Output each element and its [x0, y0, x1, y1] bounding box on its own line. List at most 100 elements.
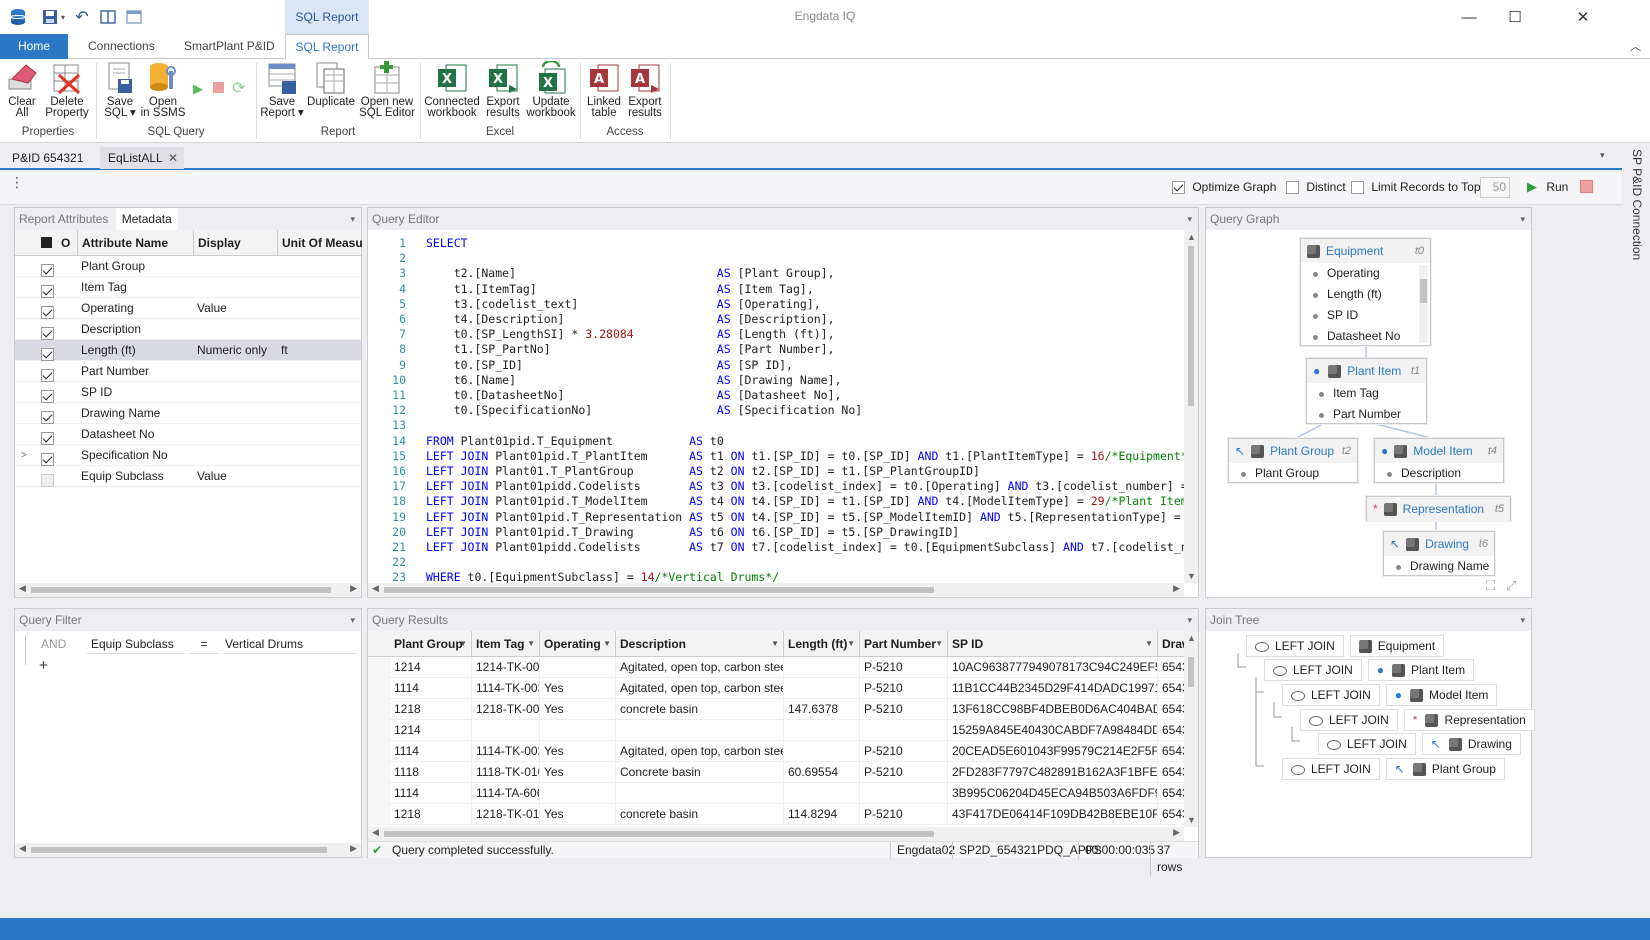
execute-icon[interactable]: ▶ — [193, 81, 203, 97]
tab-metadata[interactable]: Metadata — [115, 208, 178, 230]
results-cell[interactable]: 1218-TK-009 — [472, 699, 540, 720]
results-cell[interactable] — [616, 783, 784, 804]
join-table[interactable]: ● Plant Item — [1367, 659, 1475, 681]
results-cell[interactable]: 15259A845E40430CABDF7A98484DD99E — [948, 720, 1158, 741]
scroll-down-icon[interactable]: ▼ — [1187, 571, 1196, 581]
results-cell[interactable]: 1118-TK-010 — [472, 762, 540, 783]
scroll-left-icon[interactable]: ◀ — [372, 583, 379, 594]
export-results-access-button[interactable]: A Export results — [624, 61, 666, 119]
row-selector[interactable] — [368, 720, 390, 741]
results-cell[interactable]: P-5210 — [860, 678, 948, 699]
code-line[interactable]: LEFT JOIN Plant01pid.T_Representation AS… — [426, 510, 1198, 524]
code-line[interactable]: LEFT JOIN Plant01pid.T_ModelItem AS t4 O… — [426, 494, 1198, 508]
optimize-graph-checkbox[interactable] — [1172, 181, 1185, 195]
results-column-header[interactable]: Description ▼ — [616, 631, 784, 657]
scroll-left-icon[interactable]: ◀ — [372, 827, 379, 838]
node-header[interactable]: ● Model Item t4 — [1375, 439, 1503, 463]
results-cell[interactable]: Agitated, open top, carbon steel — [616, 678, 784, 699]
filter-field[interactable]: Equip Subclass — [87, 634, 185, 654]
node-header[interactable]: Equipment t0 — [1301, 239, 1430, 263]
results-cell[interactable]: Agitated, open top, carbon steel — [616, 741, 784, 762]
tab-smartplant-pid[interactable]: SmartPlant P&ID — [170, 34, 289, 59]
node-field[interactable]: Drawing Name — [1384, 556, 1494, 577]
results-cell[interactable]: Concrete basin — [616, 762, 784, 783]
results-cell[interactable] — [860, 720, 948, 741]
code-line[interactable]: t3.[codelist_text] AS [Operating], — [426, 297, 821, 311]
tab-sql-report[interactable]: SQL Report — [285, 34, 369, 60]
results-cell[interactable]: 1114 — [390, 783, 472, 804]
col-attribute-name[interactable]: Attribute Name — [77, 230, 191, 256]
results-cell[interactable] — [540, 783, 616, 804]
node-field[interactable]: Operating — [1301, 263, 1430, 284]
node-field[interactable]: Plant Group — [1229, 463, 1357, 484]
attribute-row[interactable]: Datasheet No — [15, 424, 361, 446]
results-column-header[interactable]: Operating ▼ — [540, 631, 616, 657]
results-cell[interactable] — [784, 783, 860, 804]
scroll-right-icon[interactable]: ▶ — [1173, 583, 1180, 594]
filter-dropdown-icon[interactable]: ▼ — [935, 631, 943, 657]
undo-icon[interactable]: ↶ — [72, 7, 92, 27]
results-cell[interactable] — [540, 720, 616, 741]
doc-tab-pid[interactable]: P&ID 654321 — [4, 147, 91, 169]
limit-records-option[interactable]: Limit Records to Top: — [1351, 180, 1484, 195]
expand-view-icon[interactable]: ⤢ — [1506, 578, 1516, 594]
filter-operator[interactable]: AND — [41, 637, 66, 651]
attribute-row[interactable]: SP ID — [15, 382, 361, 404]
filter-value[interactable]: Vertical Drums — [223, 634, 357, 654]
scroll-right-icon[interactable]: ▶ — [1173, 827, 1180, 838]
code-line[interactable]: LEFT JOIN Plant01pidd.Codelists AS t3 ON… — [426, 479, 1198, 493]
stop-run-button[interactable] — [1580, 180, 1593, 193]
attribute-row[interactable]: Equip Subclass Value — [15, 466, 361, 488]
results-cell[interactable]: concrete basin — [616, 804, 784, 825]
results-cell[interactable]: Yes — [540, 699, 616, 720]
scroll-down-icon[interactable]: ▼ — [1187, 815, 1196, 825]
tab-connections[interactable]: Connections — [74, 34, 169, 59]
join-table[interactable]: Equipment — [1349, 635, 1445, 657]
filter-dropdown-icon[interactable]: ▼ — [603, 631, 611, 657]
collapse-ribbon-icon[interactable]: ︿ — [1630, 38, 1641, 54]
results-cell[interactable]: Agitated, open top, carbon steel — [616, 657, 784, 678]
panel-menu-icon[interactable]: ▾ — [350, 208, 355, 230]
node-header[interactable]: ↖ Drawing t6 — [1384, 532, 1494, 556]
results-cell[interactable]: P-5210 — [860, 699, 948, 720]
attribute-row[interactable]: Plant Group — [15, 256, 361, 278]
export-results-excel-button[interactable]: X Export results — [482, 61, 524, 119]
window-icon[interactable] — [124, 7, 144, 27]
results-cell[interactable] — [784, 720, 860, 741]
join-tree-row[interactable]: LEFT JOIN ↖ Plant Group — [1282, 758, 1505, 780]
distinct-option[interactable]: Distinct — [1286, 180, 1346, 195]
results-cell[interactable]: 114.8294 — [784, 804, 860, 825]
node-field[interactable]: Length (ft) — [1301, 284, 1430, 305]
code-line[interactable]: t0.[DatasheetNo] AS [Datasheet No], — [426, 388, 842, 402]
results-column-header[interactable]: Part Number ▼ — [860, 631, 948, 657]
node-header[interactable]: ↖ Plant Group t2 — [1229, 439, 1357, 463]
attribute-display[interactable]: Value — [197, 298, 277, 319]
limit-records-checkbox[interactable] — [1351, 181, 1364, 195]
row-selector[interactable] — [368, 699, 390, 720]
join-table[interactable]: ↖ Drawing — [1421, 733, 1521, 755]
code-line[interactable]: t0.[SP_ID] AS [SP ID], — [426, 358, 793, 372]
scroll-thumb[interactable] — [31, 847, 327, 853]
results-cell[interactable]: 1218 — [390, 804, 472, 825]
results-cell[interactable]: 60.69554 — [784, 762, 860, 783]
join-type[interactable]: LEFT JOIN — [1282, 684, 1380, 706]
fit-view-icon[interactable]: ⛶ — [1486, 578, 1495, 594]
join-table[interactable]: * Representation — [1403, 709, 1535, 731]
results-cell[interactable]: P-5210 — [860, 741, 948, 762]
results-cell[interactable]: Yes — [540, 804, 616, 825]
results-cell[interactable]: 3B995C06204D45ECA94B503A6FDF9335 — [948, 783, 1158, 804]
attribute-unit[interactable]: ft — [281, 340, 361, 361]
node-field[interactable]: Datasheet No — [1301, 326, 1430, 347]
row-selector[interactable] — [368, 783, 390, 804]
save-icon[interactable] — [40, 7, 60, 27]
code-line[interactable]: t1.[ItemTag] AS [Item Tag], — [426, 282, 814, 296]
results-row[interactable]: 121415259A845E40430CABDF7A98484DD99E6543 — [368, 720, 1188, 741]
results-cell[interactable]: 147.6378 — [784, 699, 860, 720]
join-tree-row[interactable]: LEFT JOIN ● Plant Item — [1264, 659, 1475, 681]
connected-workbook-button[interactable]: X Connected workbook — [424, 61, 480, 119]
results-cell[interactable] — [784, 657, 860, 678]
code-line[interactable]: t0.[SP_LengthSI] * 3.28084 AS [Length (f… — [426, 327, 835, 341]
row-selector[interactable] — [368, 741, 390, 762]
scroll-thumb[interactable] — [1420, 279, 1427, 303]
row-selector[interactable] — [368, 678, 390, 699]
